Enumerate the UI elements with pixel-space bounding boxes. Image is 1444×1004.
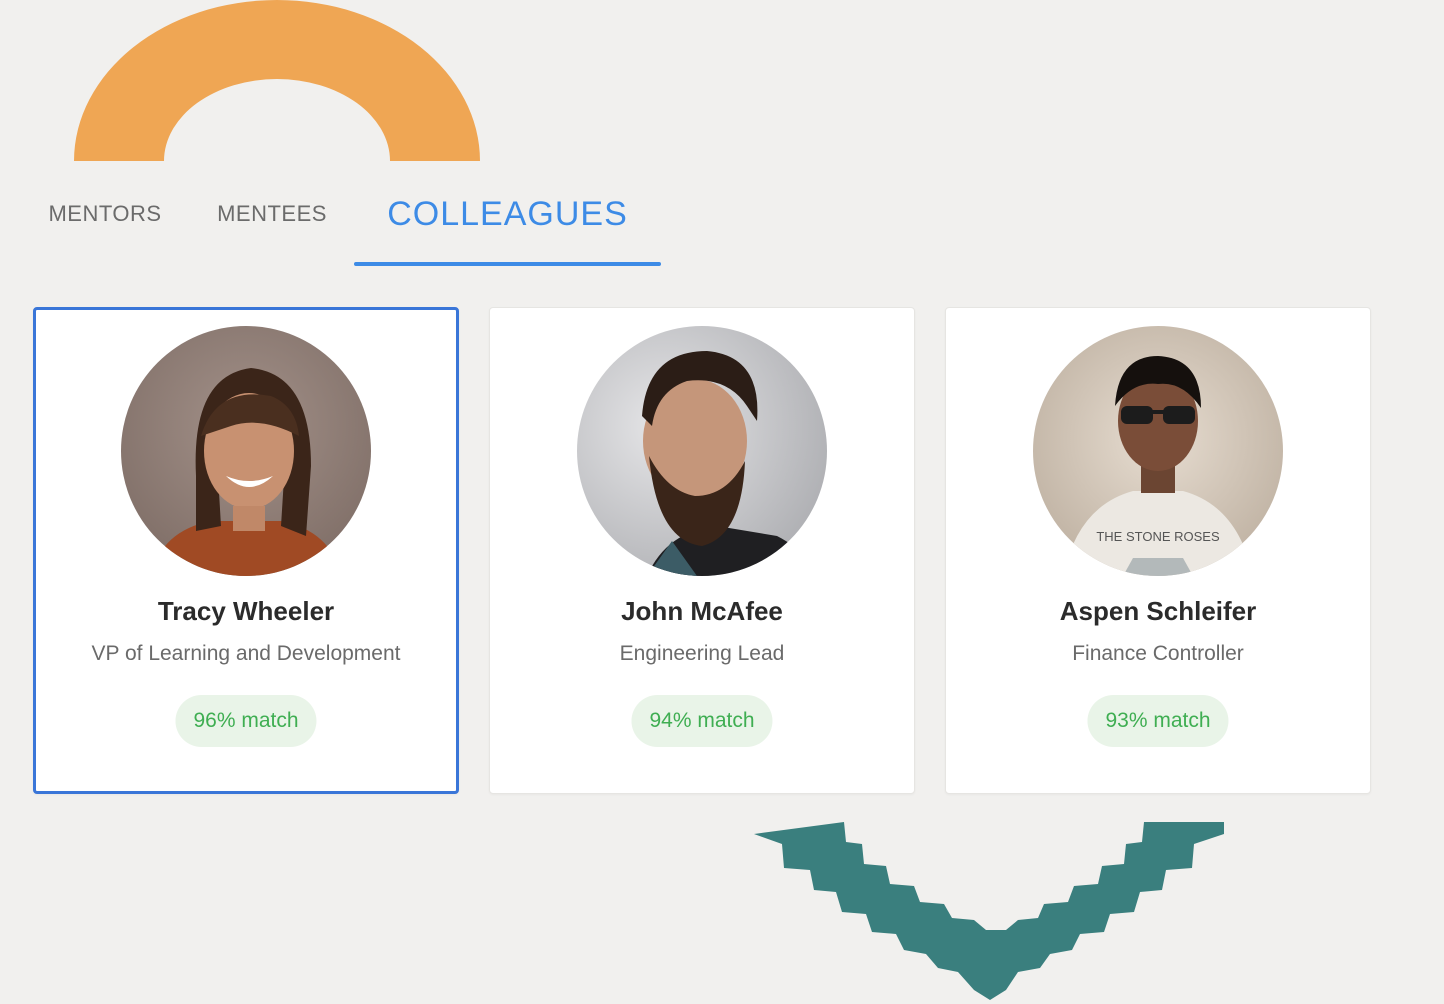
avatar (121, 326, 371, 576)
colleague-role: VP of Learning and Development (91, 642, 401, 665)
avatar: THE STONE ROSES (1033, 326, 1283, 576)
colleague-card[interactable]: THE STONE ROSES Aspen Schleifer Finance … (945, 307, 1371, 794)
tab-bar: MENTORS MENTEES COLLEAGUES (0, 180, 700, 270)
match-badge: 93% match (1087, 695, 1229, 747)
active-tab-indicator (354, 262, 661, 266)
colleague-name: John McAfee (621, 596, 783, 626)
colleague-role: Finance Controller (1072, 642, 1244, 665)
colleague-role: Engineering Lead (619, 642, 785, 665)
colleague-card[interactable]: Tracy Wheeler VP of Learning and Develop… (33, 307, 459, 794)
decorative-zigzag-shape (754, 822, 1224, 1000)
colleague-name: Aspen Schleifer (1059, 596, 1257, 626)
tab-mentors[interactable]: MENTORS (44, 180, 166, 248)
tab-colleagues[interactable]: COLLEAGUES (354, 180, 661, 248)
svg-text:THE STONE ROSES: THE STONE ROSES (1096, 529, 1220, 544)
tab-mentees[interactable]: MENTEES (210, 180, 334, 248)
avatar (577, 326, 827, 576)
match-badge: 94% match (631, 695, 773, 747)
colleague-card[interactable]: John McAfee Engineering Lead 94% match (489, 307, 915, 794)
match-badge: 96% match (175, 695, 317, 747)
decorative-arch-shape (74, 0, 480, 161)
colleague-name: Tracy Wheeler (157, 596, 335, 626)
